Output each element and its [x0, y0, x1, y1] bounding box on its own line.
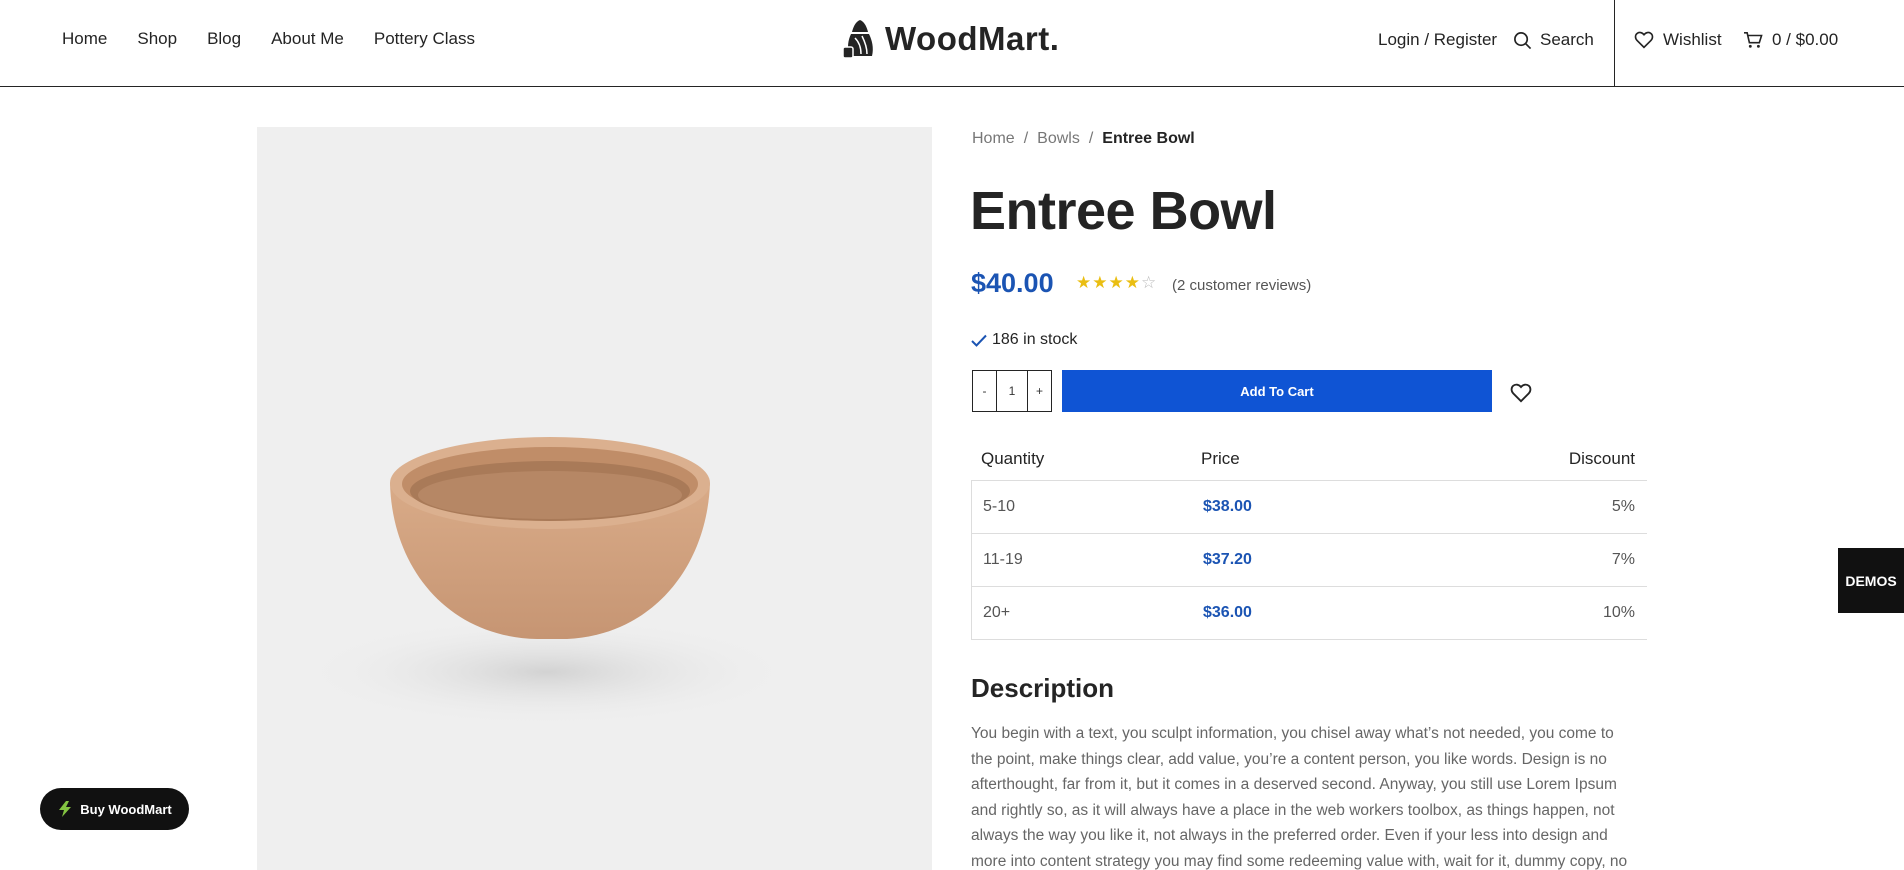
row-discount: 10% [1602, 604, 1635, 621]
row-quantity: 20+ [983, 604, 1011, 621]
breadcrumb-home[interactable]: Home [972, 130, 1015, 148]
nav-item-about-me[interactable]: About Me [271, 29, 344, 49]
breadcrumb-separator: / [1088, 130, 1094, 147]
header-price: Price [1201, 448, 1240, 468]
star-filled-icon: ★ [1076, 273, 1092, 292]
qty-input[interactable]: 1 [997, 371, 1027, 411]
row-discount: 7% [1611, 551, 1635, 568]
star-empty-icon: ☆ [1141, 273, 1157, 292]
bowl-illustration [297, 437, 797, 727]
quantity-discount-table: Quantity Price Discount 5-10 $38.00 5% 1… [971, 437, 1647, 640]
cart-link[interactable]: 0 / $0.00 [1743, 30, 1838, 50]
search-label: Search [1540, 30, 1594, 49]
cart-total: 0 / $0.00 [1772, 30, 1839, 49]
main-nav: Home Shop Blog About Me Pottery Class [62, 29, 475, 49]
description-title: Description [971, 673, 1115, 703]
cart-icon [1744, 31, 1763, 48]
breadcrumb-separator: / [1023, 130, 1029, 147]
header-quantity: Quantity [981, 448, 1045, 468]
logo-icon [842, 20, 873, 59]
description-text: You begin with a text, you sculpt inform… [971, 725, 1628, 870]
nav-item-pottery-class[interactable]: Pottery Class [374, 29, 475, 49]
logo-text: WoodMart. [885, 20, 1060, 57]
header-discount: Discount [1568, 448, 1635, 468]
buy-label: Buy WoodMart [80, 801, 172, 817]
star-filled-icon: ★ [1092, 273, 1108, 292]
row-discount: 5% [1611, 498, 1635, 515]
table-header: Quantity Price Discount [971, 437, 1647, 481]
stock-label: 186 in stock [992, 331, 1078, 348]
qty-plus-button[interactable]: + [1027, 371, 1051, 411]
table-row: 5-10 $38.00 5% [971, 481, 1647, 534]
search-button[interactable]: Search [1513, 30, 1594, 50]
reviews-link[interactable]: (2 customer reviews) [1172, 277, 1311, 294]
buy-woodmart-button[interactable]: Buy WoodMart [40, 788, 189, 830]
add-to-cart-button[interactable]: Add To Cart [1062, 370, 1492, 412]
table-row: 20+ $36.00 10% [971, 587, 1647, 640]
star-filled-icon: ★ [1108, 273, 1124, 292]
login-register-label: Login / Register [1378, 30, 1498, 49]
heart-icon [1634, 31, 1654, 49]
product-title: Entree Bowl [970, 181, 1277, 241]
star-filled-icon: ★ [1124, 273, 1140, 292]
table-row: 11-19 $37.20 7% [971, 534, 1647, 587]
row-quantity: 5-10 [983, 498, 1016, 515]
site-logo[interactable]: WoodMart. [841, 18, 1059, 60]
demos-button[interactable]: DEMOS [1838, 548, 1904, 613]
breadcrumb-bowls[interactable]: Bowls [1037, 130, 1080, 148]
star-rating[interactable]: ★ ★ ★ ★ ☆ [1076, 274, 1156, 291]
wishlist-label: Wishlist [1663, 30, 1722, 49]
search-icon [1514, 31, 1532, 49]
wishlist-link[interactable]: Wishlist [1634, 30, 1722, 50]
heart-icon [1510, 383, 1532, 403]
row-price: $36.00 [1203, 604, 1252, 621]
site-header: Home Shop Blog About Me Pottery Class Wo… [0, 0, 1904, 87]
stock-status: 186 in stock [971, 331, 1077, 349]
header-divider [1614, 0, 1615, 87]
quantity-stepper: - 1 + [972, 370, 1052, 412]
row-price: $38.00 [1203, 498, 1252, 515]
breadcrumb: Home / Bowls / Entree Bowl [972, 130, 1195, 148]
product-image[interactable] [257, 127, 932, 870]
qty-minus-button[interactable]: - [973, 371, 997, 411]
row-quantity: 11-19 [983, 551, 1023, 568]
nav-item-shop[interactable]: Shop [137, 29, 177, 49]
breadcrumb-current: Entree Bowl [1102, 130, 1195, 147]
add-to-wishlist-button[interactable] [1510, 383, 1532, 408]
row-price: $37.20 [1203, 551, 1252, 568]
check-icon [971, 334, 987, 347]
nav-item-blog[interactable]: Blog [207, 29, 241, 49]
nav-item-home[interactable]: Home [62, 29, 107, 49]
product-price: $40.00 [971, 268, 1054, 298]
woodmart-leaf-icon [59, 801, 72, 817]
login-register-link[interactable]: Login / Register [1378, 30, 1497, 50]
